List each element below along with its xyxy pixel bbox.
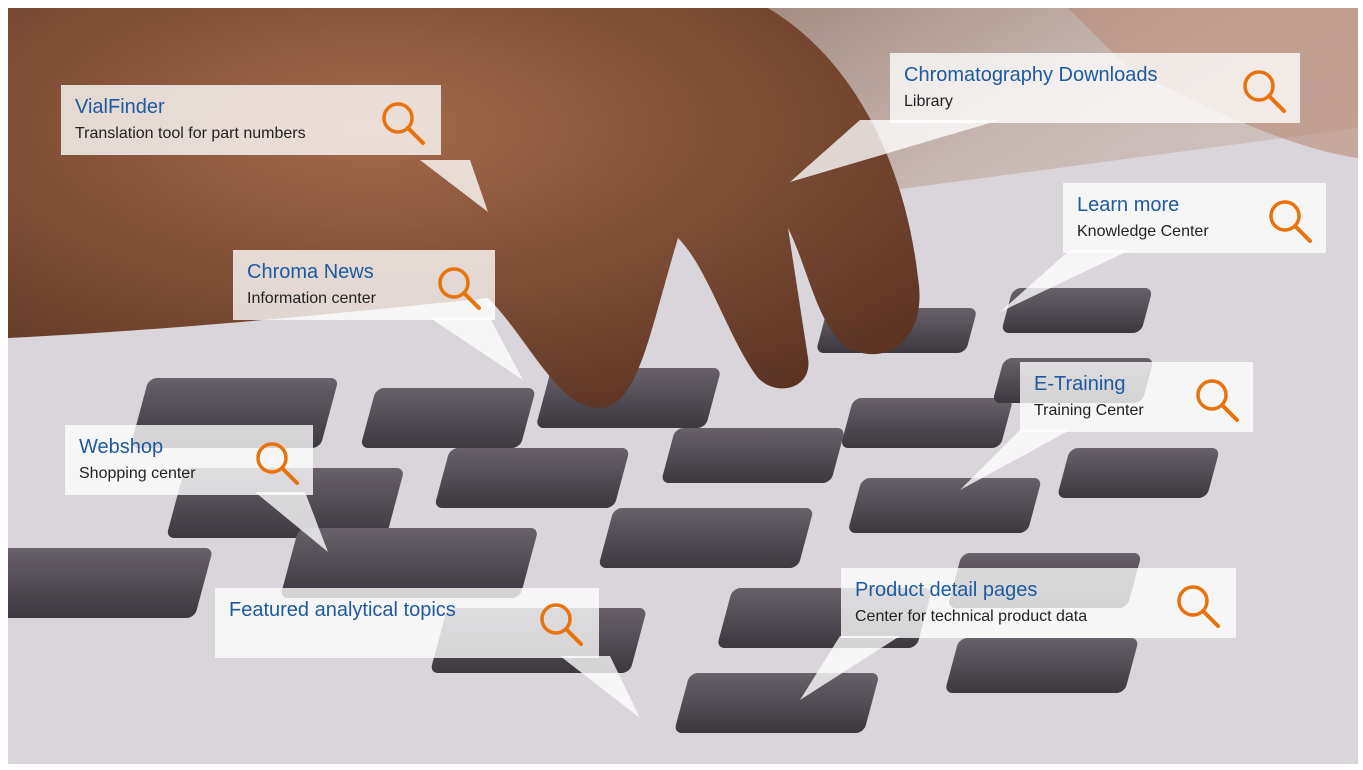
search-icon[interactable] (1193, 376, 1241, 424)
hotspot-featured-topics[interactable]: Featured analytical topics (215, 588, 599, 658)
search-icon[interactable] (537, 600, 585, 648)
hotspot-chromatography-downloads[interactable]: Chromatography Downloads Library (890, 53, 1300, 123)
hotspot-subtitle: Center for technical product data (855, 608, 1088, 625)
hotspot-chroma-news[interactable]: Chroma News Information center (233, 250, 495, 320)
search-icon[interactable] (253, 439, 301, 487)
hotspot-learn-more[interactable]: Learn more Knowledge Center (1063, 183, 1326, 253)
hotspot-product-detail[interactable]: Product detail pages Center for technica… (841, 568, 1236, 638)
search-icon[interactable] (379, 99, 427, 147)
search-icon[interactable] (1240, 67, 1288, 115)
hotspot-e-training[interactable]: E-Training Training Center (1020, 362, 1253, 432)
pointer-featured-topics (560, 656, 640, 718)
hotspot-subtitle: Library (904, 93, 953, 110)
hotspot-title: Chromatography Downloads (904, 64, 1158, 86)
search-icon[interactable] (435, 264, 483, 312)
hotspot-title: Featured analytical topics (229, 599, 456, 621)
pointer-learn-more (1000, 250, 1130, 312)
pointer-chroma-news (430, 318, 523, 380)
pointer-chromatography-downloads (790, 120, 1000, 182)
search-icon[interactable] (1266, 197, 1314, 245)
hotspot-title: VialFinder (75, 96, 165, 118)
hotspot-vialfinder[interactable]: VialFinder Translation tool for part num… (61, 85, 441, 155)
hotspot-title: Product detail pages (855, 579, 1038, 601)
pointer-vialfinder (420, 160, 488, 212)
hotspot-webshop[interactable]: Webshop Shopping center (65, 425, 313, 495)
hotspot-subtitle: Translation tool for part numbers (75, 125, 306, 142)
search-icon[interactable] (1174, 582, 1222, 630)
pointer-e-training (960, 430, 1070, 490)
pointer-product-detail (800, 636, 900, 700)
pointer-webshop (255, 492, 328, 552)
